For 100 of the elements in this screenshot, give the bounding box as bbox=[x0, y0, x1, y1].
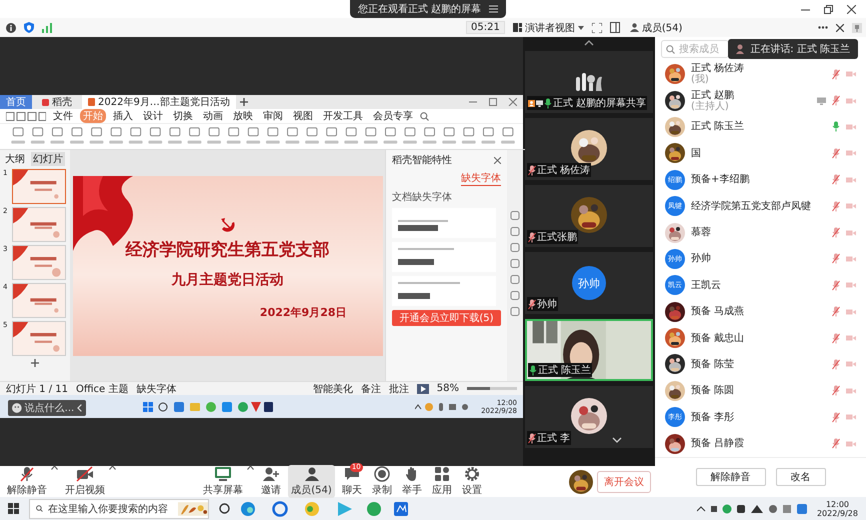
person-icon bbox=[736, 44, 744, 54]
caret-up-icon[interactable] bbox=[584, 40, 594, 46]
caret-up-icon[interactable] bbox=[247, 465, 254, 470]
info-icon[interactable] bbox=[6, 22, 16, 32]
close-icon[interactable] bbox=[836, 24, 844, 32]
menu-icon[interactable] bbox=[489, 5, 498, 13]
muted-mic-icon[interactable] bbox=[832, 358, 840, 370]
menu-tab[interactable]: 放映 bbox=[230, 109, 256, 123]
sidebar-icon[interactable] bbox=[610, 22, 620, 33]
muted-mic-icon[interactable] bbox=[832, 68, 840, 80]
slide-thumbnail[interactable] bbox=[12, 321, 66, 356]
restore-icon[interactable] bbox=[824, 4, 833, 14]
muted-mic-icon[interactable] bbox=[832, 385, 840, 396]
zoom-slider[interactable] bbox=[467, 387, 517, 390]
signal-icon[interactable] bbox=[42, 22, 52, 32]
menu-tab[interactable]: 设计 bbox=[140, 109, 166, 123]
muted-mic-icon[interactable] bbox=[832, 306, 840, 318]
document-tab[interactable]: 稻壳 bbox=[36, 95, 78, 109]
section-label: 文档缺失字体 bbox=[392, 190, 453, 204]
video-tile[interactable]: 正式 杨佐涛 bbox=[525, 118, 653, 180]
task-view-icon[interactable] bbox=[219, 503, 230, 514]
missing-font-link[interactable]: 缺失字体 bbox=[136, 382, 176, 396]
more-icon[interactable] bbox=[818, 26, 828, 29]
menu-tab[interactable]: 开发工具 bbox=[320, 109, 366, 123]
muted-mic-icon[interactable] bbox=[832, 332, 840, 344]
toolbar-button[interactable]: 举手 bbox=[398, 465, 425, 498]
collapse-icon[interactable] bbox=[77, 404, 82, 412]
muted-mic-icon[interactable] bbox=[832, 412, 840, 423]
menu-tab[interactable]: 插入 bbox=[110, 109, 136, 123]
panel-tab[interactable]: 幻灯片 bbox=[31, 152, 65, 166]
members-tab[interactable]: 成员(54) bbox=[630, 20, 682, 34]
muted-mic-icon[interactable] bbox=[832, 148, 840, 159]
view-mode-button[interactable]: 演讲者视图 bbox=[512, 20, 584, 34]
toolbar-button[interactable]: 录制 bbox=[368, 465, 395, 498]
slide-thumbnail[interactable] bbox=[12, 245, 66, 280]
toolbar-button[interactable]: 成员(54) bbox=[288, 465, 335, 498]
mic-icon[interactable] bbox=[544, 98, 552, 108]
search-icon[interactable] bbox=[420, 112, 429, 120]
panel-tab[interactable]: 大纲 bbox=[3, 152, 27, 166]
menu-tab[interactable]: 视图 bbox=[290, 109, 316, 123]
video-tile[interactable]: 正式 李 bbox=[525, 386, 653, 448]
caret-up-icon[interactable] bbox=[51, 465, 58, 470]
video-tile[interactable]: 孙帅 孙帅 bbox=[525, 252, 653, 314]
slide-thumbnail[interactable] bbox=[12, 283, 66, 318]
slide-thumbnail[interactable] bbox=[12, 207, 66, 242]
leave-meeting-button[interactable]: 离开会议 bbox=[597, 470, 651, 492]
pin-icon[interactable] bbox=[852, 22, 862, 32]
notes-button[interactable]: 备注 bbox=[360, 382, 381, 396]
close-icon[interactable] bbox=[847, 4, 856, 14]
muted-mic-icon[interactable] bbox=[528, 232, 536, 242]
windows-logo-icon[interactable] bbox=[8, 503, 19, 514]
muted-mic-icon bbox=[20, 466, 34, 482]
muted-mic-icon[interactable] bbox=[528, 298, 536, 310]
muted-mic-icon[interactable] bbox=[832, 227, 840, 238]
settings-icon bbox=[464, 466, 480, 482]
quick-access-icon[interactable] bbox=[6, 112, 46, 120]
muted-mic-icon[interactable] bbox=[832, 174, 840, 186]
window-controls-icon[interactable] bbox=[469, 98, 517, 106]
menu-tab[interactable]: 动画 bbox=[200, 109, 226, 123]
muted-mic-icon[interactable] bbox=[832, 95, 840, 106]
comments-button[interactable]: 批注 bbox=[388, 382, 409, 396]
beautify-button[interactable]: 智能美化 bbox=[312, 382, 353, 396]
menu-tab[interactable]: 审阅 bbox=[260, 109, 286, 123]
caret-up-icon[interactable] bbox=[109, 465, 116, 470]
slide-thumbnail[interactable] bbox=[12, 169, 66, 204]
download-button[interactable]: 开通会员立即下载(5) bbox=[392, 310, 501, 326]
document-tab[interactable]: 2022年9月…部主题党日活动 bbox=[82, 95, 236, 109]
add-slide-icon[interactable] bbox=[31, 359, 39, 368]
member-name: 正式 赵鹏 bbox=[691, 90, 734, 101]
pane-tab[interactable]: 缺失字体 bbox=[461, 171, 501, 186]
muted-mic-icon[interactable] bbox=[528, 432, 536, 444]
member-action-button[interactable]: 解除静音 bbox=[696, 468, 766, 486]
play-icon[interactable] bbox=[416, 384, 429, 394]
muted-mic-icon[interactable] bbox=[832, 280, 840, 291]
close-icon[interactable] bbox=[494, 156, 501, 164]
add-tab-icon[interactable] bbox=[240, 98, 248, 106]
clock-time: 12:00 bbox=[826, 500, 850, 508]
toolbar-button[interactable]: 应用 bbox=[428, 465, 455, 498]
member-action-button[interactable]: 改名 bbox=[776, 468, 826, 486]
menu-tab[interactable]: 文件 bbox=[50, 109, 76, 123]
mic-icon[interactable] bbox=[529, 364, 537, 376]
search-field[interactable]: 在这里输入你要搜索的内容 bbox=[29, 498, 209, 518]
toolbar-button[interactable]: 设置 bbox=[458, 465, 485, 498]
speaking-text: 正在讲话: 正式 陈玉兰 bbox=[750, 42, 850, 56]
video-tile[interactable]: 正式 陈玉兰 bbox=[525, 319, 653, 381]
muted-mic-icon[interactable] bbox=[832, 253, 840, 264]
video-tile[interactable]: 正式 赵鹏的屏幕共享 bbox=[525, 51, 653, 113]
shield-icon[interactable] bbox=[24, 22, 34, 33]
fullscreen-icon[interactable] bbox=[592, 22, 602, 32]
document-tab[interactable]: 首页 bbox=[0, 95, 32, 109]
caret-down-icon[interactable] bbox=[612, 437, 622, 443]
host-icon bbox=[528, 100, 535, 106]
menu-tab[interactable]: 切换 bbox=[170, 109, 196, 123]
menu-tab[interactable]: 会员专享 bbox=[370, 109, 416, 123]
muted-mic-icon[interactable] bbox=[832, 200, 840, 212]
muted-mic-icon[interactable] bbox=[832, 438, 840, 450]
toolbar-button[interactable]: 邀请 bbox=[258, 465, 284, 498]
video-tile[interactable]: 正式张鹏 bbox=[525, 185, 653, 247]
chat-input[interactable]: 说点什么... bbox=[8, 400, 86, 416]
muted-mic-icon[interactable] bbox=[528, 164, 536, 176]
